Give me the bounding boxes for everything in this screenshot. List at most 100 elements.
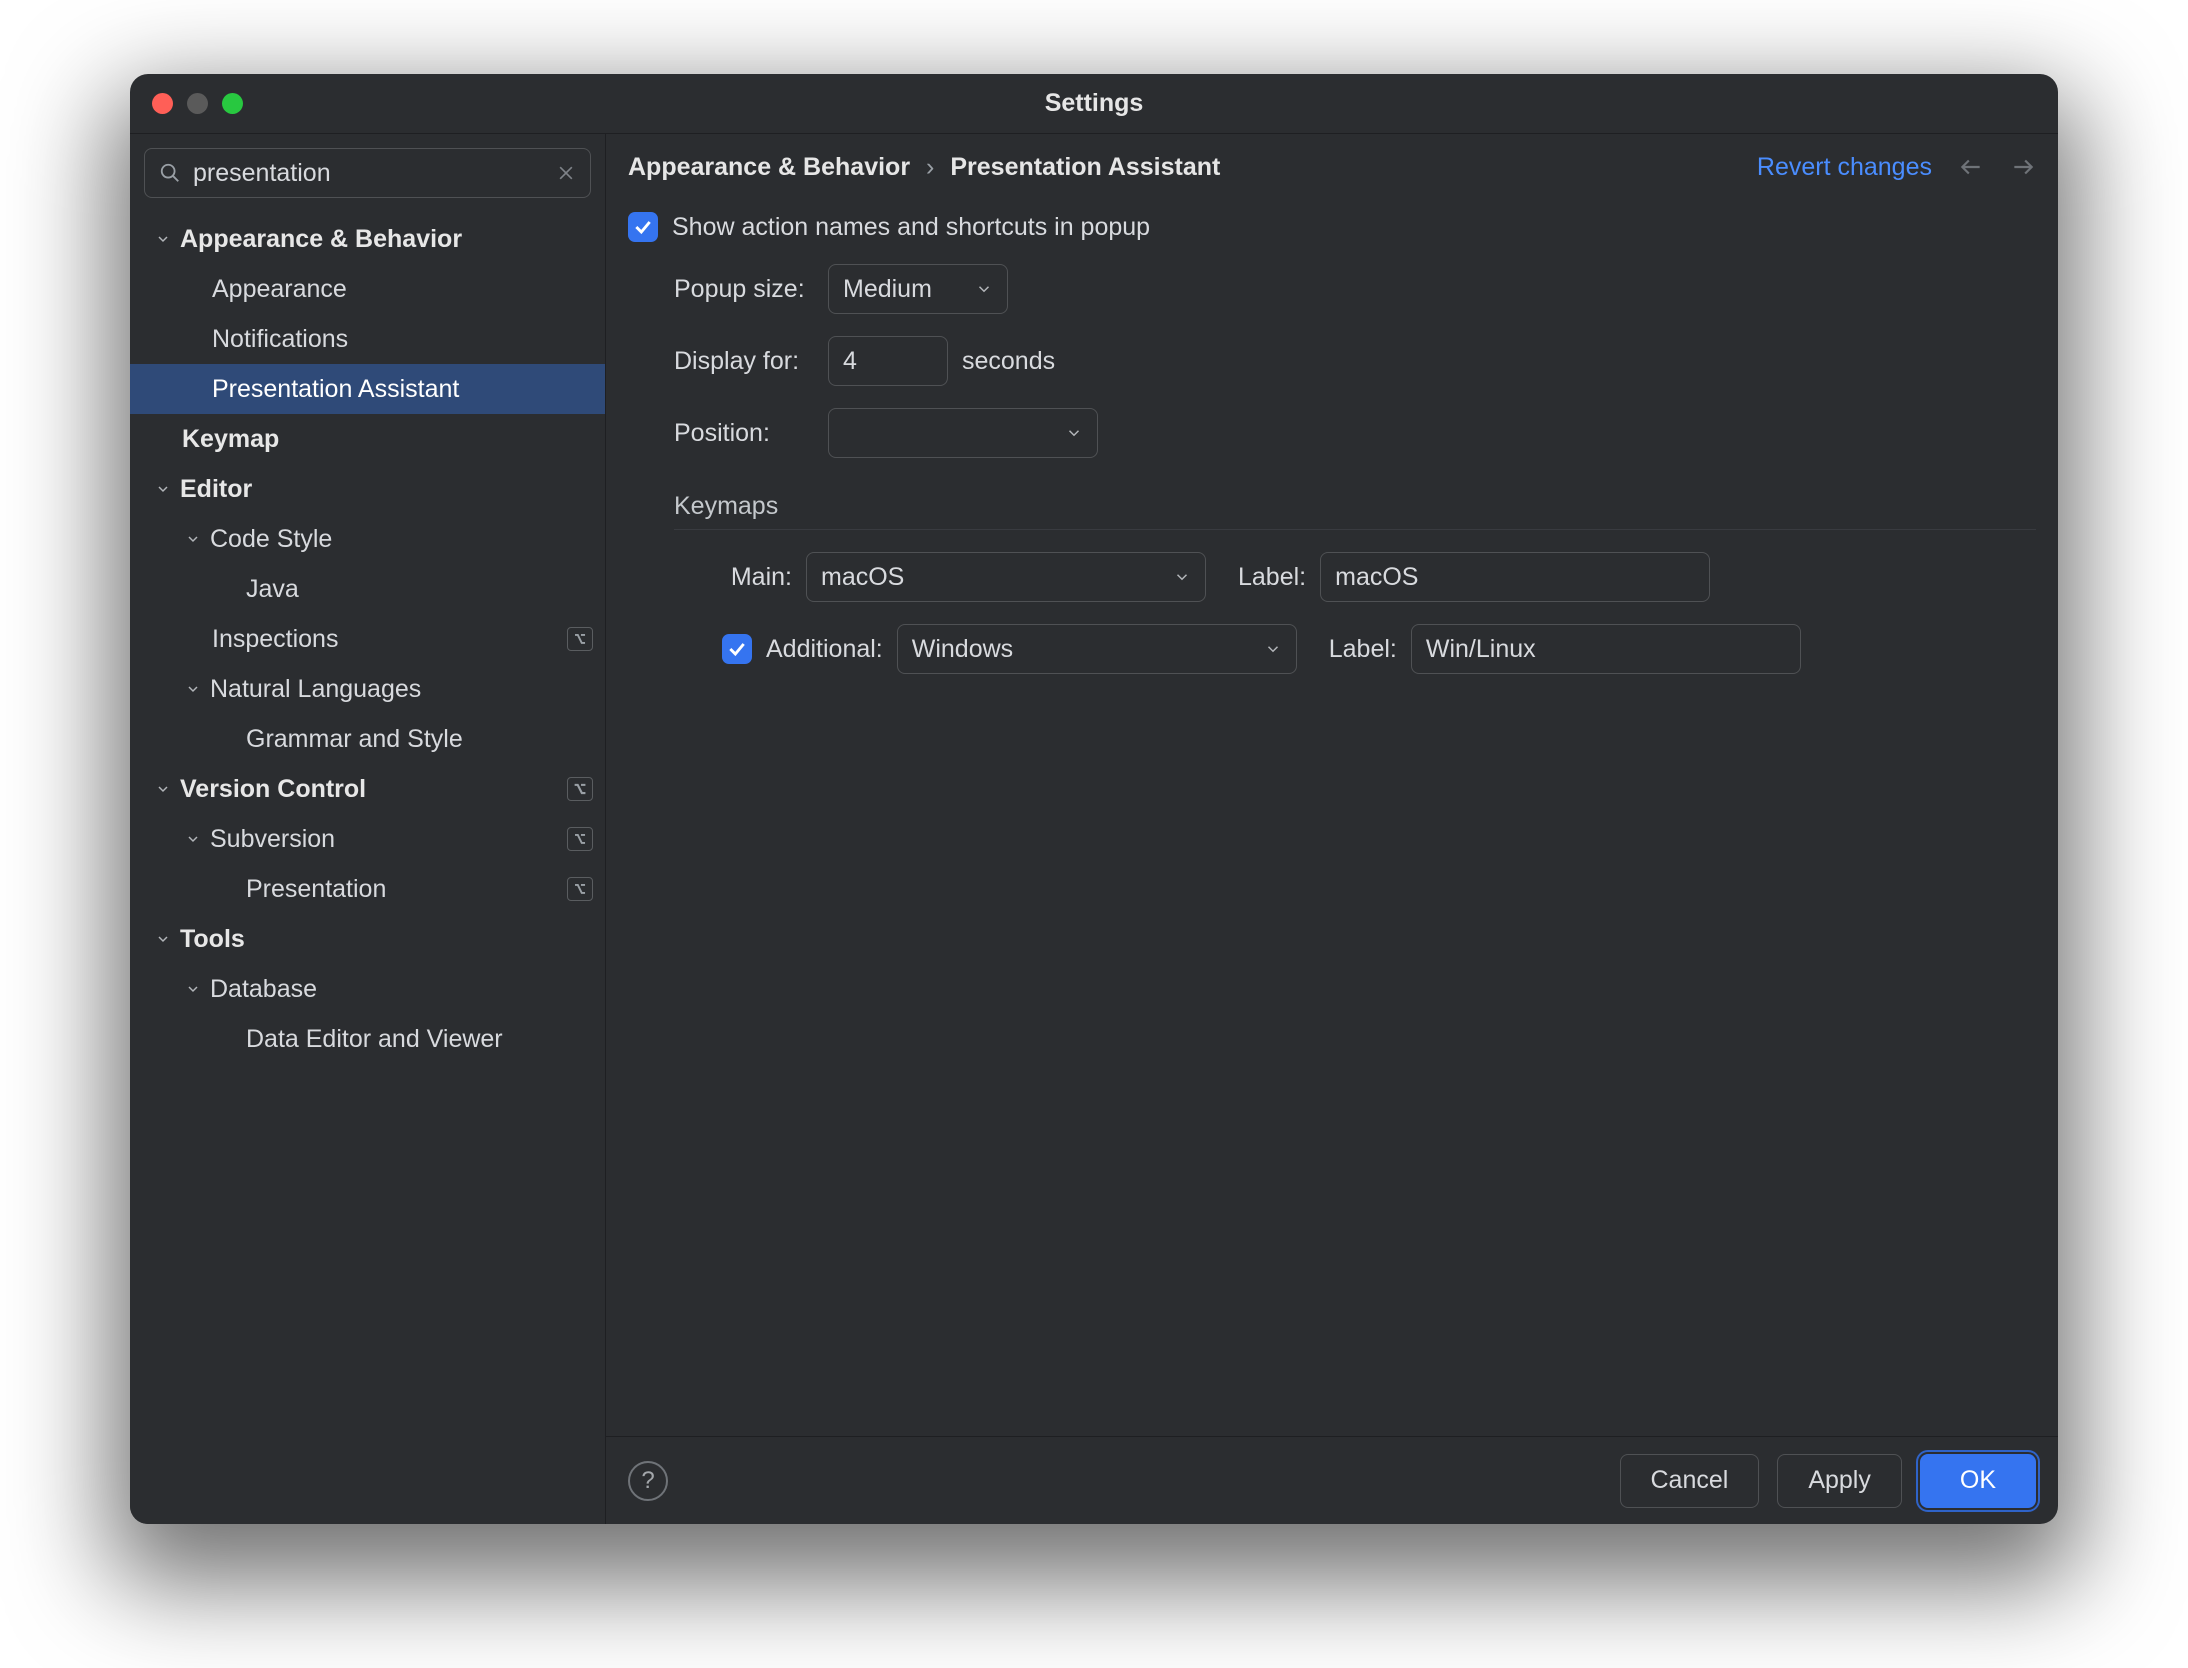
popup-size-label: Popup size: xyxy=(674,275,814,304)
tree-item-label: Inspections xyxy=(212,625,567,654)
position-select[interactable] xyxy=(828,408,1098,458)
display-for-suffix: seconds xyxy=(962,347,1055,376)
tree-item[interactable]: Grammar and Style xyxy=(130,714,605,764)
clear-search-icon[interactable] xyxy=(556,163,576,183)
settings-window: Settings Appearance & BehaviorAppearance… xyxy=(130,74,2058,1524)
additional-keymap-value: Windows xyxy=(912,635,1246,664)
breadcrumb-current: Presentation Assistant xyxy=(950,153,1220,182)
display-for-input[interactable] xyxy=(843,347,933,376)
divider xyxy=(674,529,2036,530)
revert-changes-link[interactable]: Revert changes xyxy=(1757,153,1932,182)
popup-size-value: Medium xyxy=(843,275,957,304)
chevron-down-icon xyxy=(152,931,174,947)
display-for-label: Display for: xyxy=(674,347,814,376)
popup-size-select[interactable]: Medium xyxy=(828,264,1008,314)
tree-item-label: Data Editor and Viewer xyxy=(246,1025,593,1054)
position-label: Position: xyxy=(674,419,814,448)
ok-button[interactable]: OK xyxy=(1920,1454,2036,1508)
close-window-button[interactable] xyxy=(152,93,173,114)
modified-badge: ⌥ xyxy=(567,827,593,851)
breadcrumb-parent[interactable]: Appearance & Behavior xyxy=(628,153,910,182)
tree-item[interactable]: Inspections⌥ xyxy=(130,614,605,664)
cancel-button[interactable]: Cancel xyxy=(1620,1454,1760,1508)
tree-item[interactable]: Subversion⌥ xyxy=(130,814,605,864)
chevron-down-icon xyxy=(182,531,204,547)
tree-item-label: Presentation Assistant xyxy=(212,375,593,404)
chevron-down-icon xyxy=(1065,424,1083,442)
tree-item[interactable]: Appearance xyxy=(130,264,605,314)
tree-item[interactable]: Database xyxy=(130,964,605,1014)
main-label-field[interactable] xyxy=(1320,552,1710,602)
chevron-down-icon xyxy=(975,280,993,298)
apply-button[interactable]: Apply xyxy=(1777,1454,1902,1508)
tree-item[interactable]: Appearance & Behavior xyxy=(130,214,605,264)
additional-label-label: Label: xyxy=(1329,635,1397,664)
display-for-field[interactable] xyxy=(828,336,948,386)
modified-badge: ⌥ xyxy=(567,877,593,901)
search-input[interactable] xyxy=(193,159,544,188)
tree-item-label: Database xyxy=(210,975,593,1004)
additional-label-field[interactable] xyxy=(1411,624,1801,674)
additional-keymap-label: Additional: xyxy=(766,635,883,664)
chevron-down-icon xyxy=(152,231,174,247)
tree-item[interactable]: Presentation Assistant xyxy=(130,364,605,414)
titlebar: Settings xyxy=(130,74,2058,134)
search-field[interactable] xyxy=(144,148,591,198)
nav-forward-icon[interactable] xyxy=(2010,154,2036,180)
tree-item[interactable]: Natural Languages xyxy=(130,664,605,714)
main-keymap-value: macOS xyxy=(821,563,1155,592)
show-popup-label: Show action names and shortcuts in popup xyxy=(672,213,1150,242)
show-popup-checkbox[interactable] xyxy=(628,212,658,242)
tree-item-label: Keymap xyxy=(182,425,593,454)
chevron-down-icon xyxy=(152,481,174,497)
tree-item-label: Presentation xyxy=(246,875,567,904)
settings-tree[interactable]: Appearance & Behavior Appearance Notificat… xyxy=(130,208,605,1524)
dialog-footer: ? Cancel Apply OK xyxy=(606,1436,2058,1524)
main-keymap-select[interactable]: macOS xyxy=(806,552,1206,602)
chevron-down-icon xyxy=(1173,568,1191,586)
tree-item-label: Notifications xyxy=(212,325,593,354)
tree-item-label: Appearance & Behavior xyxy=(180,225,593,254)
tree-item-label: Subversion xyxy=(210,825,567,854)
main-keymap-label: Main: xyxy=(722,563,792,592)
additional-keymap-select[interactable]: Windows xyxy=(897,624,1297,674)
settings-sidebar: Appearance & Behavior Appearance Notificat… xyxy=(130,134,606,1524)
zoom-window-button[interactable] xyxy=(222,93,243,114)
additional-label-input[interactable] xyxy=(1426,635,1786,664)
tree-item-label: Appearance xyxy=(212,275,593,304)
modified-badge: ⌥ xyxy=(567,777,593,801)
tree-item[interactable]: Editor xyxy=(130,464,605,514)
tree-item-label: Code Style xyxy=(210,525,593,554)
tree-item[interactable]: Java xyxy=(130,564,605,614)
tree-item[interactable]: Data Editor and Viewer xyxy=(130,1014,605,1064)
chevron-down-icon xyxy=(182,831,204,847)
breadcrumb-header: Appearance & Behavior › Presentation Ass… xyxy=(606,134,2058,200)
tree-item-label: Editor xyxy=(180,475,593,504)
nav-back-icon[interactable] xyxy=(1958,154,1984,180)
minimize-window-button[interactable] xyxy=(187,93,208,114)
main-label-label: Label: xyxy=(1238,563,1306,592)
chevron-down-icon xyxy=(182,681,204,697)
chevron-right-icon: › xyxy=(924,153,936,182)
keymaps-section-label: Keymaps xyxy=(674,492,2036,521)
tree-item-label: Java xyxy=(246,575,593,604)
modified-badge: ⌥ xyxy=(567,627,593,651)
main-label-input[interactable] xyxy=(1335,563,1695,592)
help-button[interactable]: ? xyxy=(628,1461,668,1501)
search-icon xyxy=(159,162,181,184)
tree-item[interactable]: Presentation⌥ xyxy=(130,864,605,914)
settings-main: Appearance & Behavior › Presentation Ass… xyxy=(606,134,2058,1524)
chevron-down-icon xyxy=(1264,640,1282,658)
tree-item-label: Tools xyxy=(180,925,593,954)
tree-item[interactable]: Notifications xyxy=(130,314,605,364)
window-controls xyxy=(152,74,243,133)
additional-keymap-checkbox[interactable] xyxy=(722,634,752,664)
tree-item[interactable]: Version Control⌥ xyxy=(130,764,605,814)
tree-item-label: Grammar and Style xyxy=(246,725,593,754)
tree-item-label: Version Control xyxy=(180,775,567,804)
tree-item[interactable]: Tools xyxy=(130,914,605,964)
tree-item[interactable]: Code Style xyxy=(130,514,605,564)
chevron-down-icon xyxy=(182,981,204,997)
settings-content: Show action names and shortcuts in popup… xyxy=(606,200,2058,1436)
tree-item[interactable]: Keymap xyxy=(130,414,605,464)
